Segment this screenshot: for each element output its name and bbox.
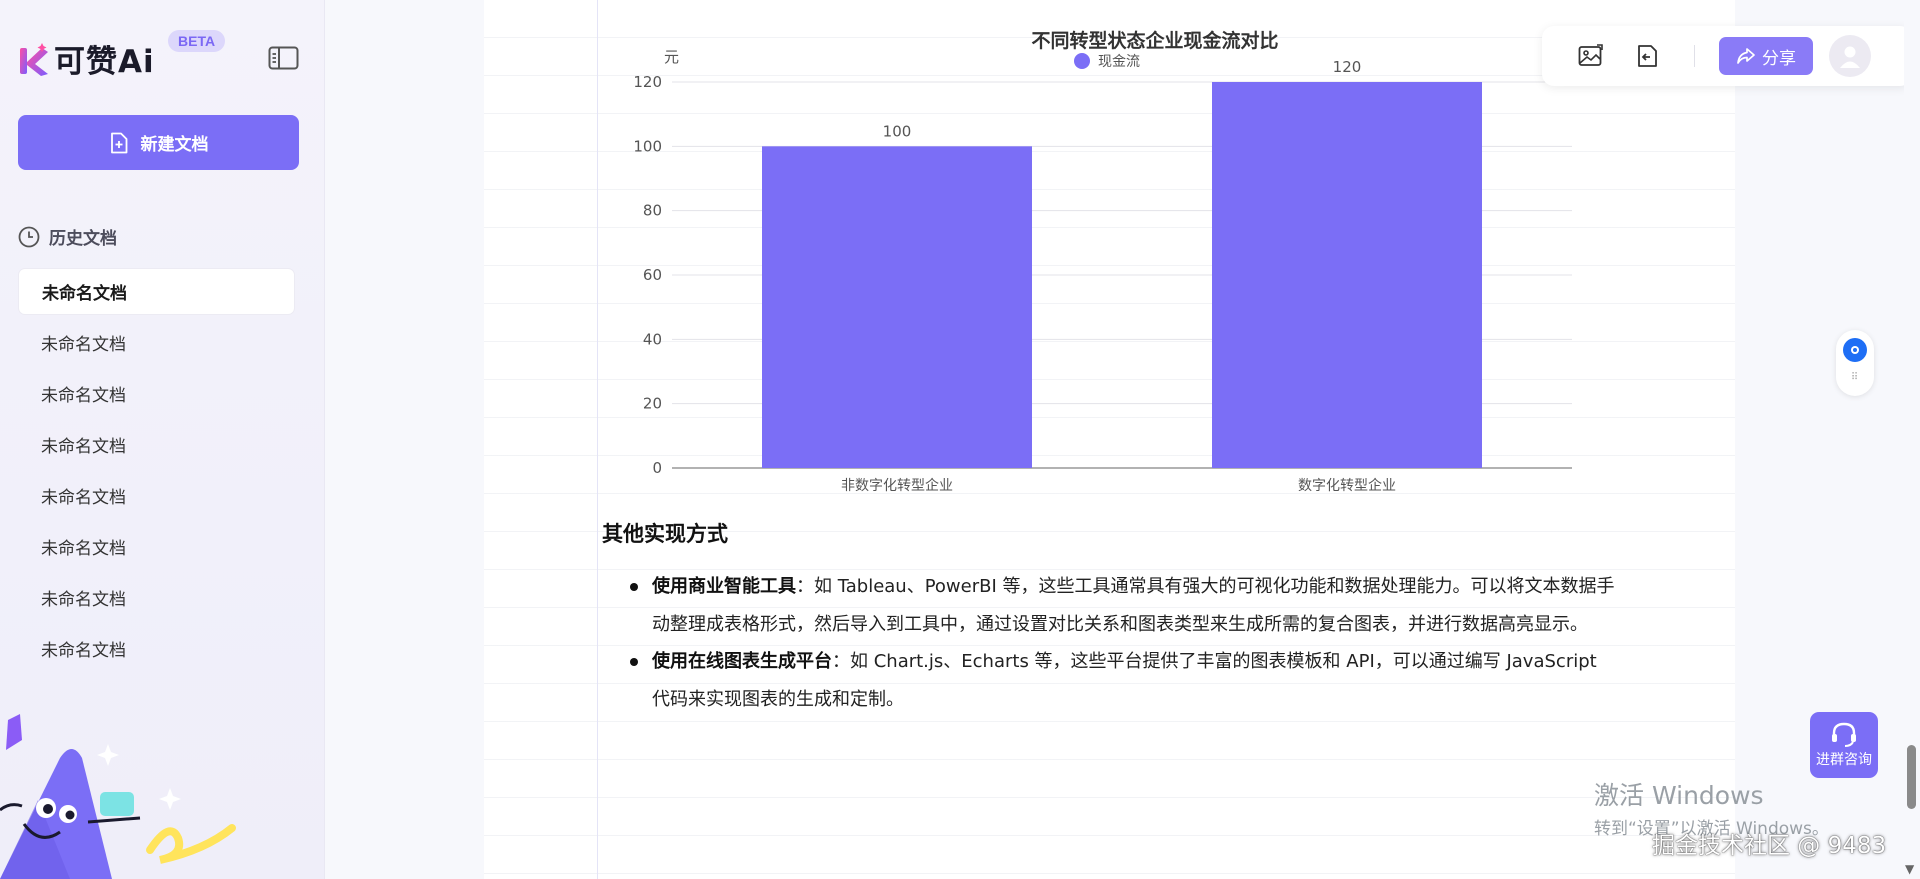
top-toolbar: 分享 bbox=[1542, 26, 1912, 86]
chart-data-label: 120 bbox=[1333, 58, 1362, 76]
chart-y-tick-label: 40 bbox=[643, 330, 662, 348]
activation-title: 激活 Windows bbox=[1594, 781, 1764, 810]
document-margin-line bbox=[597, 0, 598, 879]
history-item[interactable]: 未命名文档 bbox=[18, 472, 295, 519]
back-icon bbox=[1638, 45, 1657, 67]
new-document-button[interactable]: 新建文档 bbox=[18, 115, 299, 170]
user-avatar-icon bbox=[1840, 46, 1860, 68]
history-header: 历史文档 bbox=[18, 224, 117, 249]
back-button[interactable] bbox=[1632, 41, 1662, 71]
share-button[interactable]: 分享 bbox=[1719, 37, 1813, 75]
new-file-icon bbox=[110, 132, 127, 153]
section-title: 其他实现方式 bbox=[602, 522, 728, 546]
user-avatar[interactable] bbox=[1829, 35, 1871, 77]
scrollbar-thumb[interactable] bbox=[1907, 745, 1916, 809]
image-export-icon bbox=[1578, 44, 1603, 66]
chart-y-tick-label: 80 bbox=[643, 202, 662, 220]
chart-data-label: 100 bbox=[883, 122, 912, 140]
chart-x-tick-label: 非数字化转型企业 bbox=[841, 477, 953, 494]
chart-y-tick-label: 100 bbox=[633, 137, 662, 155]
history-item[interactable]: 未命名文档 bbox=[18, 625, 295, 672]
history-item[interactable]: 未命名文档 bbox=[18, 523, 295, 570]
toolbar-divider bbox=[1694, 45, 1695, 67]
history-item[interactable]: 未命名文档 bbox=[18, 421, 295, 468]
share-label: 分享 bbox=[1762, 48, 1796, 69]
consult-label: 进群咨询 bbox=[1816, 752, 1872, 768]
logo-k-icon bbox=[20, 42, 48, 76]
bullet-list: 使用商业智能工具：如 Tableau、PowerBI 等，这些工具通常具有强大的… bbox=[628, 568, 1618, 718]
chart-plot: 0 20 40 60 80 100 120 100 非数字化转型企业 120 数字化转型企业 bbox=[633, 58, 1572, 494]
history-label: 历史文档 bbox=[49, 229, 117, 249]
share-icon bbox=[1737, 48, 1755, 64]
chart-x-tick-label: 数字化转型企业 bbox=[1298, 477, 1396, 494]
history-item[interactable]: 未命名文档 bbox=[18, 574, 295, 621]
sidebar-collapse-button[interactable] bbox=[268, 46, 299, 70]
bullet-text: ：如 Tableau、PowerBI 等，这些工具通常具有强大的可视化功能和数据… bbox=[652, 576, 1615, 635]
drag-handle-icon[interactable]: ⠿ bbox=[1851, 372, 1859, 383]
join-group-consult-button[interactable]: 进群咨询 bbox=[1810, 712, 1878, 778]
history-item[interactable]: 未命名文档 bbox=[18, 370, 295, 417]
chart-bar bbox=[1212, 82, 1482, 468]
history-item[interactable]: 未命名文档 bbox=[18, 268, 295, 315]
scroll-down-arrow-icon[interactable]: ▼ bbox=[1905, 862, 1914, 876]
logo-text: 可赞Ai bbox=[54, 44, 155, 80]
history-list: 未命名文档 未命名文档 未命名文档 未命名文档 未命名文档 未命名文档 未命名文… bbox=[18, 268, 295, 676]
history-item[interactable]: 未命名文档 bbox=[18, 319, 295, 366]
cash-flow-chart: 不同转型状态企业现金流对比 元 现金流 0 20 40 60 80 100 120 100 非数… bbox=[600, 20, 1620, 500]
chart-bar bbox=[762, 146, 1032, 468]
juejin-watermark: 掘金技术社区 @ 9483 bbox=[1652, 833, 1887, 859]
export-image-button[interactable] bbox=[1576, 41, 1606, 71]
bullet-bold-text: 使用在线图表生成平台 bbox=[652, 651, 832, 672]
bullet-bold-text: 使用商业智能工具 bbox=[652, 576, 796, 597]
bullet-item: 使用商业智能工具：如 Tableau、PowerBI 等，这些工具通常具有强大的… bbox=[628, 568, 1618, 643]
app-logo[interactable]: 可赞Ai bbox=[18, 36, 155, 81]
assistant-icon bbox=[1843, 338, 1867, 362]
beta-badge: BETA bbox=[168, 30, 226, 52]
chart-y-tick-label: 60 bbox=[643, 266, 662, 284]
mascot-illustration bbox=[0, 714, 236, 879]
new-document-label: 新建文档 bbox=[140, 135, 209, 155]
sidebar: 可赞Ai BETA 新建文档 历史文档 未命名文档 未命名文档 未命名文档 未命… bbox=[0, 0, 325, 879]
headset-icon bbox=[1832, 722, 1856, 747]
chart-y-tick-label: 0 bbox=[652, 459, 662, 477]
sidebar-toggle-icon bbox=[268, 46, 299, 70]
floating-assistant-widget[interactable]: ⠿ bbox=[1836, 330, 1874, 396]
clock-icon bbox=[18, 226, 40, 247]
chart-y-tick-label: 120 bbox=[633, 73, 662, 91]
chart-y-tick-label: 20 bbox=[643, 395, 662, 413]
bullet-item: 使用在线图表生成平台：如 Chart.js、Echarts 等，这些平台提供了丰… bbox=[628, 643, 1618, 718]
